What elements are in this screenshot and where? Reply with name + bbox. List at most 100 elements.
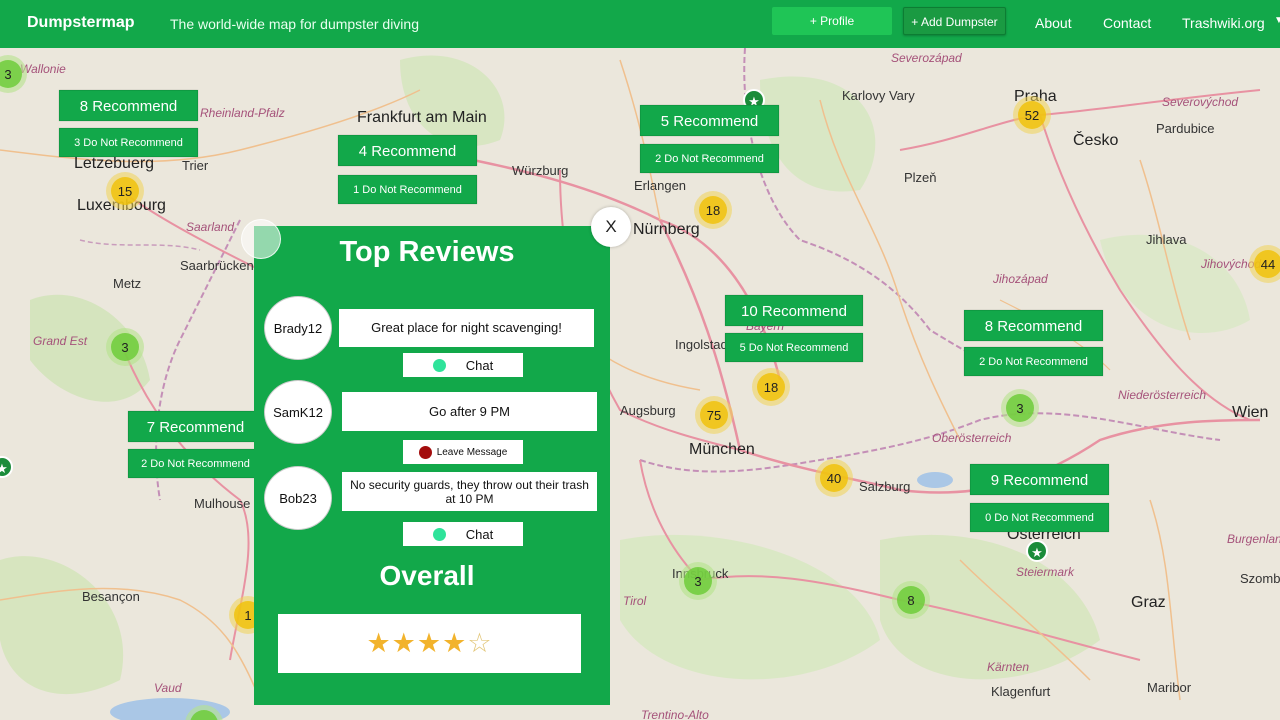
cluster-count: 18 — [699, 196, 727, 224]
close-button[interactable]: X — [591, 207, 631, 247]
cluster-count: 3 — [111, 333, 139, 361]
status-dot-icon — [432, 358, 446, 372]
star-filled-icon: ★ — [442, 628, 468, 658]
map-label: Jihlava — [1146, 232, 1187, 247]
dumpster-cluster[interactable]: 3 — [679, 562, 717, 600]
chat-button[interactable]: Chat — [403, 353, 523, 377]
cluster-count — [190, 710, 218, 720]
map-label: Mulhouse — [194, 496, 251, 511]
dumpster-cluster[interactable]: 52 — [1013, 96, 1051, 134]
cluster-count: 3 — [0, 60, 22, 88]
recommend-label: 9 Recommend — [970, 464, 1109, 495]
popup-drag-handle[interactable] — [241, 219, 281, 259]
tagline: The world-wide map for dumpster diving — [170, 16, 419, 32]
map-label: Grand Est — [33, 334, 88, 348]
nav-link-trashwiki[interactable]: Trashwiki.org — [1182, 15, 1265, 31]
recommend-label: 8 Recommend — [59, 90, 198, 121]
map-label: Besançon — [82, 589, 140, 604]
chat-button-label: Chat — [465, 357, 494, 373]
recommend-label: 5 Recommend — [640, 105, 779, 136]
not-recommend-label: 0 Do Not Recommend — [970, 503, 1109, 532]
overall-rating: ★★★★☆ — [278, 614, 581, 673]
review-text: Go after 9 PM — [342, 392, 597, 431]
not-recommend-label: 1 Do Not Recommend — [338, 175, 477, 204]
map-label: Vaud — [154, 681, 182, 695]
cluster-count: 44 — [1254, 250, 1280, 278]
map[interactable]: Wallonie Frankfurt am Main Würzburg Erla… — [0, 0, 1280, 720]
leave-message-button[interactable]: Leave Message — [403, 440, 523, 464]
chat-button-label: Chat — [465, 526, 494, 542]
cluster-count: 18 — [757, 373, 785, 401]
map-label: Würzburg — [512, 163, 569, 178]
not-recommend-label: 3 Do Not Recommend — [59, 128, 198, 157]
brand-logo[interactable]: Dumpstermap — [27, 14, 135, 32]
dumpster-cluster[interactable]: 40 — [815, 459, 853, 497]
map-label: Plzeň — [904, 170, 937, 185]
not-recommend-label: 2 Do Not Recommend — [128, 449, 263, 478]
map-label: Saarland — [186, 220, 235, 234]
recommend-label: 7 Recommend — [128, 411, 263, 442]
status-dot-icon — [432, 527, 446, 541]
not-recommend-label: 5 Do Not Recommend — [725, 333, 863, 362]
review-text: No security guards, they throw out their… — [342, 472, 597, 511]
status-dot-icon — [418, 445, 432, 459]
profile-button[interactable]: + Profile — [772, 7, 892, 35]
map-label: Augsburg — [620, 403, 676, 418]
map-label: Maribor — [1147, 680, 1192, 695]
avatar[interactable]: SamK12 — [264, 380, 332, 444]
dumpster-cluster[interactable]: 18 — [752, 368, 790, 406]
dumpster-star-icon[interactable]: ★ — [1026, 540, 1048, 562]
chat-button[interactable]: Chat — [403, 522, 523, 546]
map-label: Steiermark — [1016, 565, 1075, 579]
map-label: Erlangen — [634, 178, 687, 193]
dumpster-cluster[interactable]: 8 — [892, 581, 930, 619]
map-label: Kärnten — [987, 660, 1030, 674]
navbar: Dumpstermap The world-wide map for dumps… — [0, 0, 1280, 48]
map-label: Klagenfurt — [991, 684, 1051, 699]
top-reviews-popup: Top Reviews Brady12 Great place for nigh… — [254, 226, 610, 705]
avatar[interactable]: Bob23 — [264, 466, 332, 530]
dumpster-cluster[interactable]: 18 — [694, 191, 732, 229]
avatar[interactable]: Brady12 — [264, 296, 332, 360]
map-label: Szomb — [1240, 571, 1280, 586]
map-label: Česko — [1073, 132, 1119, 149]
cluster-count: 52 — [1018, 101, 1046, 129]
map-label: Karlovy Vary — [842, 88, 915, 103]
recommend-label: 4 Recommend — [338, 135, 477, 166]
map-label: München — [689, 441, 755, 458]
cluster-count: 40 — [820, 464, 848, 492]
not-recommend-label: 2 Do Not Recommend — [640, 144, 779, 173]
map-label: Nürnberg — [633, 221, 700, 238]
star-rating: ★★★★☆ — [366, 628, 492, 659]
nav-link-about[interactable]: About — [1035, 15, 1072, 31]
map-label: Graz — [1131, 594, 1166, 611]
overall-label: Overall — [379, 560, 475, 591]
dumpster-cluster[interactable]: 15 — [106, 172, 144, 210]
dumpster-cluster[interactable]: 75 — [695, 396, 733, 434]
map-label: Oberösterreich — [932, 431, 1012, 445]
leave-message-label: Leave Message — [436, 446, 508, 458]
dumpster-cluster[interactable]: 3 — [106, 328, 144, 366]
dumpster-cluster[interactable]: 3 — [1001, 389, 1039, 427]
map-label: Wien — [1232, 404, 1269, 421]
recommend-label: 8 Recommend — [964, 310, 1103, 341]
dumpster-cluster[interactable]: 44 — [1249, 245, 1280, 283]
map-label: Burgenland — [1227, 532, 1280, 546]
map-label: Saarbrücken — [180, 258, 254, 273]
map-label: Salzburg — [859, 479, 911, 494]
nav-link-contact[interactable]: Contact — [1103, 15, 1151, 31]
map-label: Niederösterreich — [1118, 388, 1207, 402]
not-recommend-label: 2 Do Not Recommend — [964, 347, 1103, 376]
cluster-count: 75 — [700, 401, 728, 429]
cluster-count: 3 — [1006, 394, 1034, 422]
map-label: Tirol — [623, 594, 647, 608]
chevron-down-icon[interactable]: ▼ — [1274, 15, 1280, 26]
star-filled-icon: ★ — [391, 628, 417, 658]
map-label: Trentino-Alto — [641, 708, 709, 720]
recommend-label: 10 Recommend — [725, 295, 863, 326]
map-label: Frankfurt am Main — [357, 109, 487, 126]
add-dumpster-button[interactable]: + Add Dumpster — [903, 7, 1006, 35]
cluster-count: 15 — [111, 177, 139, 205]
map-label: Jihozápad — [993, 272, 1048, 286]
cluster-count: 3 — [684, 567, 712, 595]
